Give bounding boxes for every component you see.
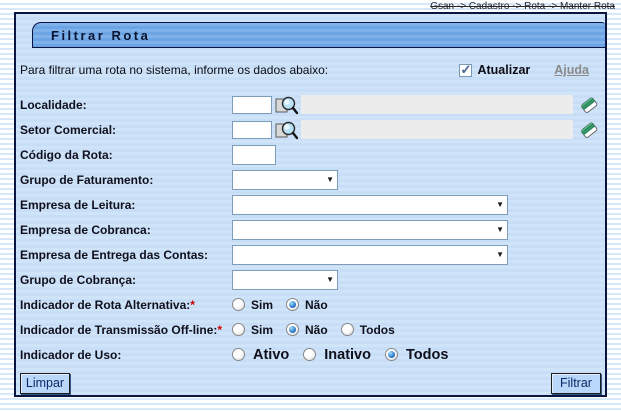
radio-option-nao: Não (286, 323, 328, 337)
grupo-faturamento-select[interactable]: ▼ (232, 170, 338, 190)
setor-comercial-input[interactable] (232, 121, 272, 139)
radio-option-sim: Sim (232, 298, 273, 312)
form-content: Para filtrar uma rota no sistema, inform… (16, 48, 605, 394)
radio-option-todos: Todos (341, 323, 395, 337)
page-title: Filtrar Rota (33, 28, 150, 43)
empresa-leitura-label: Empresa de Leitura: (20, 198, 232, 212)
breadcrumb[interactable]: Gsan -> Cadastro -> Rota -> Manter Rota (430, 1, 615, 12)
intro-row: Para filtrar uma rota no sistema, inform… (18, 48, 603, 92)
empresa-entrega-label: Empresa de Entrega das Contas: (20, 248, 232, 262)
uso-todos-radio[interactable] (385, 348, 398, 361)
atualizar-label: Atualizar (477, 63, 530, 77)
field-row-empresa-leitura: Empresa de Leitura: ▼ (18, 192, 603, 217)
grupo-faturamento-label: Grupo de Faturamento: (20, 173, 232, 187)
chevron-down-icon: ▼ (326, 176, 334, 184)
radio-option-todos: Todos (385, 347, 448, 363)
page-background: Gsan -> Cadastro -> Rota -> Manter Rota … (0, 0, 621, 411)
filtrar-button[interactable]: Filtrar (551, 373, 601, 394)
field-row-transmissao-offline: Indicador de Transmissão Off-line:* Sim … (18, 317, 603, 342)
indicador-uso-label: Indicador de Uso: (20, 348, 232, 362)
field-row-localidade: Localidade: (18, 92, 603, 117)
uso-inativo-radio[interactable] (303, 348, 316, 361)
transmissao-offline-todos-radio[interactable] (341, 323, 354, 336)
chevron-down-icon: ▼ (326, 276, 334, 284)
codigo-rota-label: Código da Rota: (20, 148, 232, 162)
field-row-rota-alternativa: Indicador de Rota Alternativa:* Sim Não (18, 292, 603, 317)
chevron-down-icon: ▼ (496, 201, 504, 209)
required-asterisk: * (217, 323, 222, 337)
localidade-erase-icon[interactable] (578, 94, 600, 116)
radio-option-inativo: Inativo (303, 347, 371, 363)
grupo-cobranca-select[interactable]: ▼ (232, 270, 338, 290)
setor-comercial-description-field (301, 120, 573, 139)
field-row-indicador-uso: Indicador de Uso: Ativo Inativo Todos (18, 342, 603, 367)
empresa-leitura-select[interactable]: ▼ (232, 195, 508, 215)
empresa-entrega-select[interactable]: ▼ (232, 245, 508, 265)
setor-comercial-search-icon[interactable] (274, 119, 298, 141)
localidade-description-field (301, 95, 573, 114)
transmissao-offline-nao-radio[interactable] (286, 323, 299, 336)
chevron-down-icon: ▼ (496, 226, 504, 234)
uso-ativo-radio[interactable] (232, 348, 245, 361)
field-row-grupo-cobranca: Grupo de Cobrança: ▼ (18, 267, 603, 292)
localidade-input[interactable] (232, 96, 272, 114)
ajuda-link[interactable]: Ajuda (554, 63, 589, 77)
codigo-rota-input[interactable] (232, 145, 276, 165)
required-asterisk: * (190, 298, 195, 312)
field-row-setor-comercial: Setor Comercial: (18, 117, 603, 142)
field-row-grupo-faturamento: Grupo de Faturamento: ▼ (18, 167, 603, 192)
rota-alternativa-label: Indicador de Rota Alternativa:* (20, 298, 232, 312)
atualizar-checkbox[interactable] (459, 64, 472, 77)
radio-option-ativo: Ativo (232, 347, 289, 363)
buttons-row: Limpar Filtrar (18, 372, 603, 394)
localidade-label: Localidade: (20, 98, 232, 112)
field-row-empresa-cobranca: Empresa de Cobranca: ▼ (18, 217, 603, 242)
setor-comercial-label: Setor Comercial: (20, 123, 232, 137)
panel-title-bar: Filtrar Rota (32, 22, 605, 48)
limpar-button[interactable]: Limpar (20, 373, 70, 394)
empresa-cobranca-select[interactable]: ▼ (232, 220, 508, 240)
field-row-empresa-entrega: Empresa de Entrega das Contas: ▼ (18, 242, 603, 267)
localidade-search-icon[interactable] (274, 94, 298, 116)
radio-option-nao: Não (286, 298, 328, 312)
field-row-codigo-rota: Código da Rota: (18, 142, 603, 167)
rota-alternativa-nao-radio[interactable] (286, 298, 299, 311)
atualizar-group: Atualizar (459, 63, 530, 77)
transmissao-offline-label: Indicador de Transmissão Off-line:* (20, 323, 232, 337)
radio-option-sim: Sim (232, 323, 273, 337)
empresa-cobranca-label: Empresa de Cobranca: (20, 223, 232, 237)
rota-alternativa-sim-radio[interactable] (232, 298, 245, 311)
setor-comercial-erase-icon[interactable] (578, 119, 600, 141)
transmissao-offline-sim-radio[interactable] (232, 323, 245, 336)
intro-text: Para filtrar uma rota no sistema, inform… (20, 63, 328, 77)
filter-panel: Filtrar Rota Para filtrar uma rota no si… (14, 12, 607, 397)
grupo-cobranca-label: Grupo de Cobrança: (20, 273, 232, 287)
chevron-down-icon: ▼ (496, 251, 504, 259)
